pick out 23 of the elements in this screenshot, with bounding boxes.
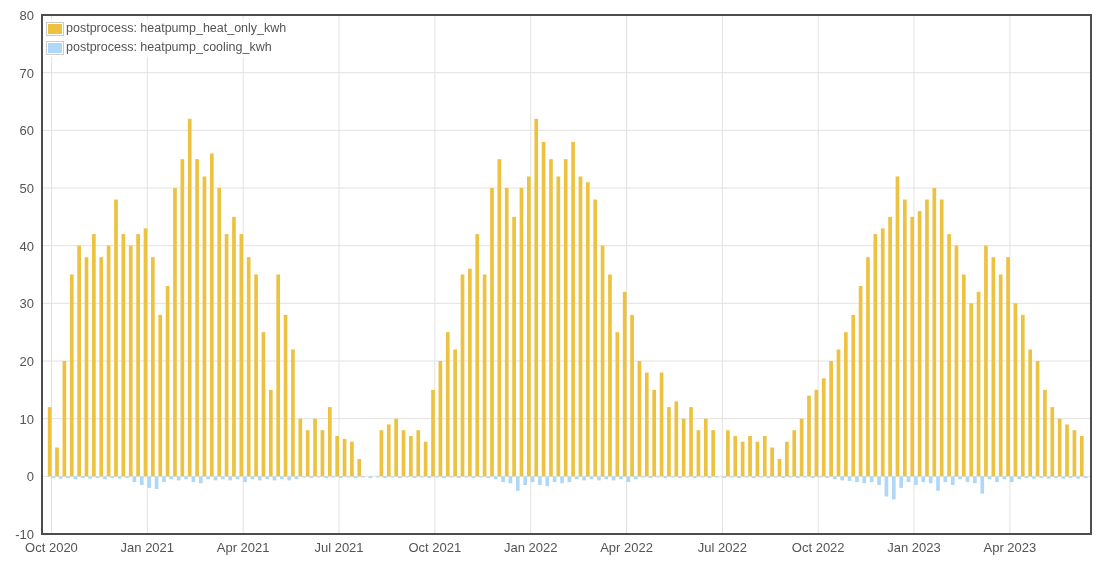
x-tick-label: Apr 2021 xyxy=(216,540,270,555)
x-tick-label: Jul 2022 xyxy=(697,540,747,555)
x-tick-label: Jan 2022 xyxy=(503,540,558,555)
y-tick-label: 80 xyxy=(19,8,34,23)
y-tick-label: 50 xyxy=(19,181,34,196)
legend-label: postprocess: heatpump_heat_only_kwh xyxy=(66,21,287,36)
y-tick-label: 30 xyxy=(19,296,34,312)
x-tick-label: Jan 2023 xyxy=(887,540,941,555)
x-tick-label: Oct 2021 xyxy=(408,540,462,555)
x-tick-label: Apr 2023 xyxy=(983,540,1037,555)
x-tick-label: Oct 2020 xyxy=(25,540,78,555)
x-tick-label: Oct 2022 xyxy=(791,540,845,555)
y-tick-label: -10 xyxy=(15,527,34,542)
y-tick-label: 60 xyxy=(19,123,34,139)
x-tick-label: Apr 2022 xyxy=(600,540,653,555)
y-tick-label: 10 xyxy=(19,411,34,427)
y-tick-label: 70 xyxy=(19,65,34,81)
y-tick-label: 20 xyxy=(19,354,34,369)
x-tick-label: Jan 2021 xyxy=(120,540,175,555)
y-tick-label: 40 xyxy=(19,238,34,254)
legend-label: postprocess: heatpump_cooling_kwh xyxy=(66,40,272,55)
x-tick-label: Jul 2021 xyxy=(314,540,364,555)
y-tick-label: 0 xyxy=(26,469,34,485)
